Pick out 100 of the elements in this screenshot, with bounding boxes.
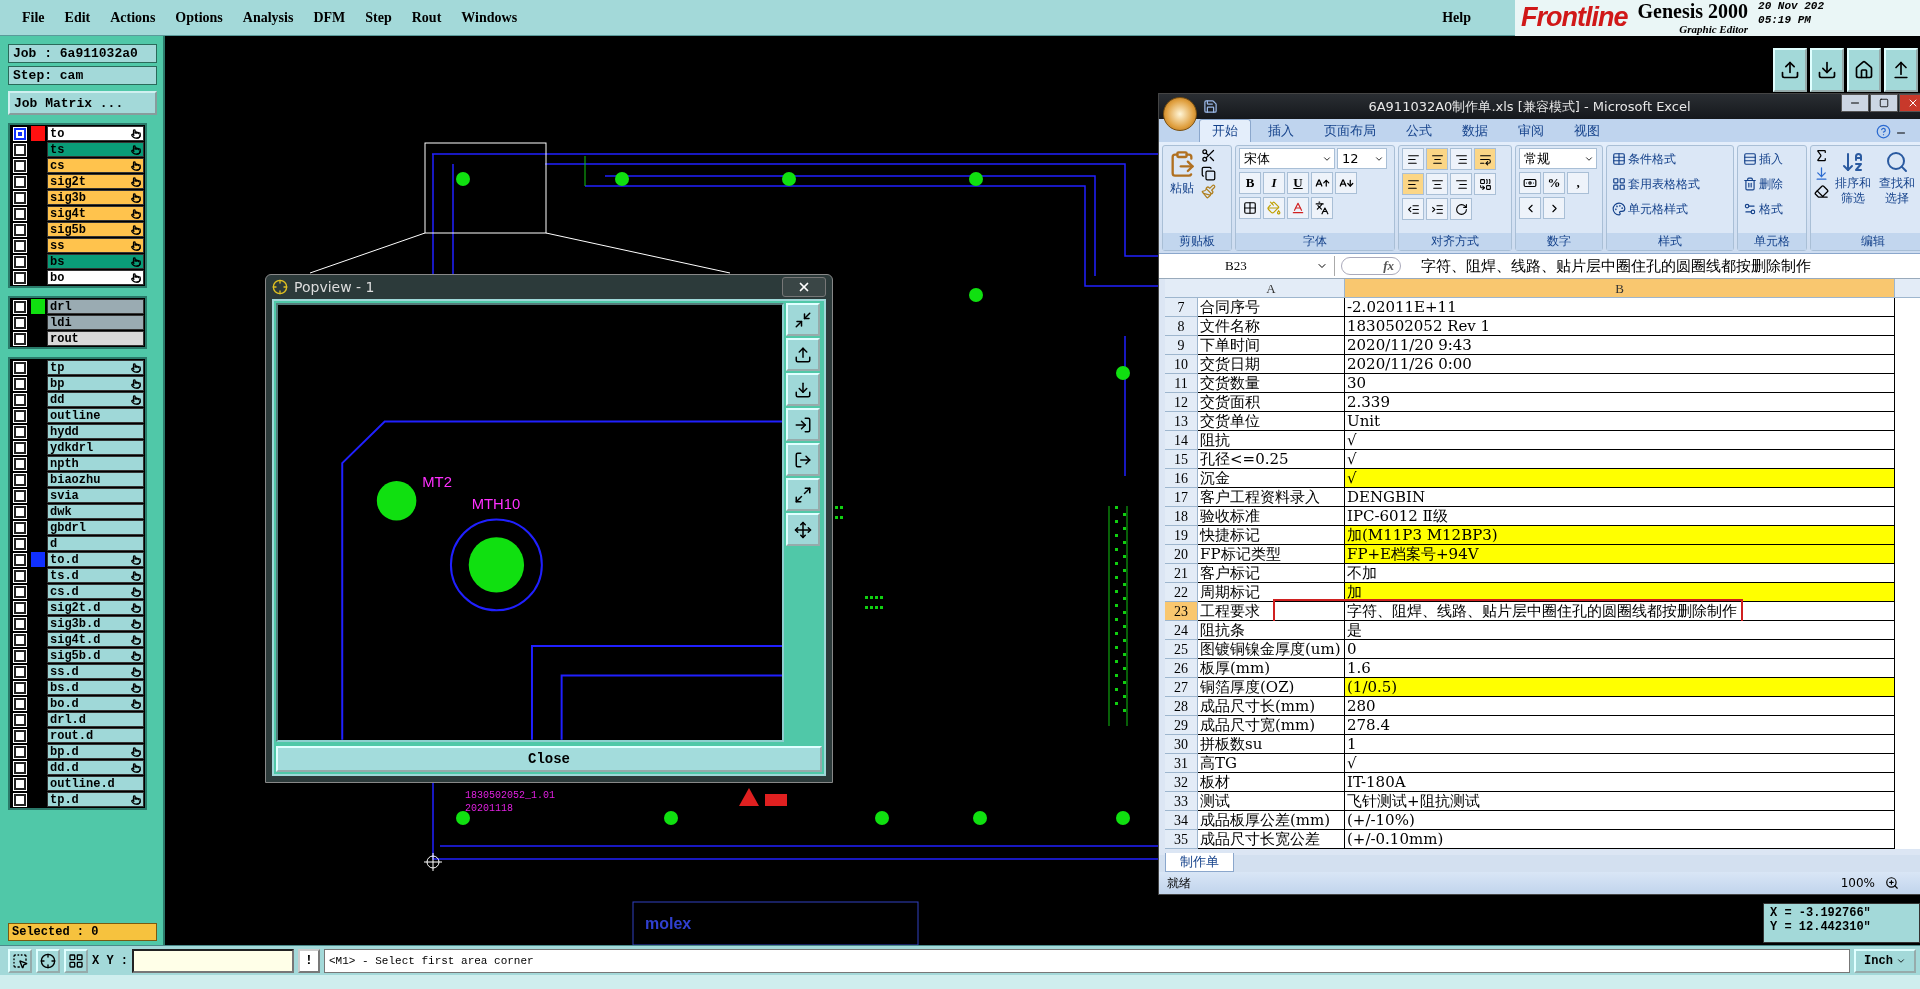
close-button[interactable] [1899,94,1920,112]
accounting-button[interactable] [1519,172,1541,194]
minimize-button[interactable] [1841,94,1869,112]
layer-name[interactable]: ts.d [47,568,144,583]
ribbon-tab[interactable]: 公式 [1393,119,1445,142]
layer-checkbox[interactable] [14,175,26,188]
layer-name[interactable]: hydd [47,424,144,439]
layer-checkbox[interactable] [14,793,26,806]
menu-item[interactable]: DFM [313,9,346,26]
layer-checkbox[interactable] [14,681,26,694]
layer-checkbox[interactable] [14,617,26,630]
layer-name[interactable]: bo [47,270,144,285]
font-size-dropdown[interactable]: 12 [1337,148,1387,169]
ribbon-tab[interactable]: 插入 [1255,119,1307,142]
editing-button[interactable]: 排序和筛选 [1832,148,1874,208]
units-dropdown[interactable]: Inch [1854,948,1916,973]
layer-name[interactable]: sig5b.d [47,648,144,663]
menu-item[interactable]: Help [1442,9,1471,26]
layer-name[interactable]: to [47,126,144,141]
ribbon-tab[interactable]: 开始 [1199,119,1251,142]
alert-button[interactable]: ! [298,948,320,973]
font-style-button[interactable]: U [1287,172,1309,194]
menu-item[interactable]: Options [175,9,223,26]
autosum-icon[interactable] [1814,148,1829,163]
layer-name[interactable]: rout.d [47,728,144,743]
indent-button[interactable] [1426,198,1448,220]
row-header[interactable]: 20 [1165,545,1198,564]
maximize-button[interactable] [1870,94,1898,112]
layer-checkbox[interactable] [14,649,26,662]
row-header[interactable]: 19 [1165,526,1198,545]
cell-button[interactable]: 格式 [1741,198,1785,220]
editing-button[interactable]: 查找和选择 [1876,148,1918,208]
border-button[interactable] [1239,197,1261,219]
layer-name[interactable]: npth [47,456,144,471]
name-box[interactable]: B23 [1165,256,1335,276]
cell-button[interactable]: 插入 [1741,148,1785,170]
layer-checkbox[interactable] [14,633,26,646]
menu-item[interactable]: Rout [411,9,442,26]
row-header[interactable]: 16 [1165,469,1198,488]
copy-icon[interactable] [1201,166,1216,181]
layer-name[interactable]: sig5b [47,222,144,237]
fill-down-icon[interactable] [1814,166,1829,181]
row-header[interactable]: 29 [1165,716,1198,735]
layer-name[interactable]: dd [47,392,144,407]
layer-checkbox[interactable] [14,271,26,284]
layer-name[interactable]: drl [47,299,144,314]
ribbon-tab[interactable]: 数据 [1449,119,1501,142]
formula-text[interactable]: 字符、阻焊、线路、贴片层中圈住孔的圆圈线都按删除制作 [1407,256,1811,276]
increase-decimal-button[interactable] [1519,197,1541,219]
layer-checkbox[interactable] [14,143,26,156]
ribbon-tab[interactable]: 审阅 [1505,119,1557,142]
layer-checkbox[interactable] [14,377,26,390]
close-button[interactable]: Close [276,746,822,772]
grow-font-button[interactable] [1311,172,1333,194]
layer-checkbox[interactable] [14,473,26,486]
row-header[interactable]: 12 [1165,393,1198,412]
layer-checkbox[interactable] [14,761,26,774]
layer-checkbox[interactable] [14,361,26,374]
menu-item[interactable]: Windows [461,9,518,26]
layer-checkbox[interactable] [14,729,26,742]
layer-checkbox[interactable] [14,777,26,790]
layer-checkbox[interactable] [14,332,26,345]
layer-checkbox[interactable] [14,223,26,236]
layer-name[interactable]: bo.d [47,696,144,711]
merge-button[interactable] [1474,173,1496,195]
style-button[interactable]: 单元格样式 [1610,198,1702,220]
view-tool-button[interactable] [786,338,820,372]
font-style-button[interactable]: I [1263,172,1285,194]
close-button[interactable] [782,277,826,298]
layer-checkbox[interactable] [14,316,26,329]
decrease-decimal-button[interactable] [1543,197,1565,219]
layer-name[interactable]: biaozhu [47,472,144,487]
toolbar-button[interactable] [1773,48,1807,92]
layer-name[interactable]: outline.d [47,776,144,791]
layer-name[interactable]: rout [47,331,144,346]
row-header[interactable]: 31 [1165,754,1198,773]
row-header[interactable]: 25 [1165,640,1198,659]
save-icon[interactable] [1203,99,1218,114]
view-tool-button[interactable] [786,513,820,547]
eraser-icon[interactable] [1814,184,1829,199]
column-header[interactable]: B [1345,279,1895,298]
layer-name[interactable]: dd.d [47,760,144,775]
layer-name[interactable]: gbdrl [47,520,144,535]
sheet-tab[interactable]: 制作单 [1165,853,1234,872]
row-header[interactable]: 26 [1165,659,1198,678]
layer-name[interactable]: ts [47,142,144,157]
layer-checkbox[interactable] [14,745,26,758]
layer-checkbox[interactable] [14,489,26,502]
layer-checkbox[interactable] [14,505,26,518]
layer-checkbox[interactable] [14,553,26,566]
layer-checkbox[interactable] [14,159,26,172]
paste-button[interactable]: 粘贴 [1166,148,1198,199]
layer-checkbox[interactable] [14,393,26,406]
grid-button[interactable] [64,948,88,973]
zoom-in-icon[interactable] [1885,876,1899,890]
row-header[interactable]: 8 [1165,317,1198,336]
layer-checkbox[interactable] [14,521,26,534]
toolbar-button[interactable] [1884,48,1918,92]
layer-checkbox[interactable] [14,255,26,268]
row-header[interactable]: 17 [1165,488,1198,507]
